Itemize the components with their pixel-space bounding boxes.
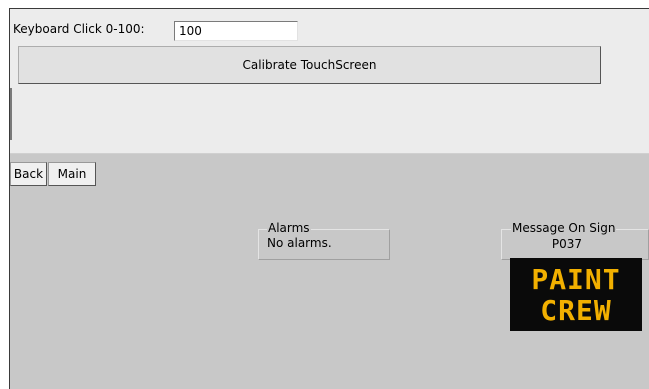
- settings-panel: Keyboard Click 0-100: Calibrate TouchScr…: [10, 9, 649, 154]
- message-on-sign-group: Message On Sign P037: [501, 222, 649, 260]
- touchscreen-app-window: Keyboard Click 0-100: Calibrate TouchScr…: [9, 8, 649, 389]
- alarms-title: Alarms: [267, 221, 311, 235]
- message-on-sign-title: Message On Sign: [511, 221, 617, 235]
- sign-line-1: PAINT: [531, 262, 621, 296]
- sign-display: PAINT CREW: [510, 258, 642, 331]
- calibrate-touchscreen-button[interactable]: Calibrate TouchScreen: [18, 46, 601, 84]
- alarms-group: Alarms No alarms.: [258, 222, 390, 260]
- panel-divider: [10, 88, 12, 140]
- keyboard-click-label: Keyboard Click 0-100:: [13, 22, 145, 36]
- back-button[interactable]: Back: [10, 162, 47, 186]
- keyboard-click-input[interactable]: [174, 21, 298, 41]
- sign-line-2: CREW: [540, 293, 612, 327]
- alarms-status: No alarms.: [267, 236, 332, 250]
- main-button[interactable]: Main: [48, 162, 96, 186]
- sign-message-code: P037: [551, 237, 583, 251]
